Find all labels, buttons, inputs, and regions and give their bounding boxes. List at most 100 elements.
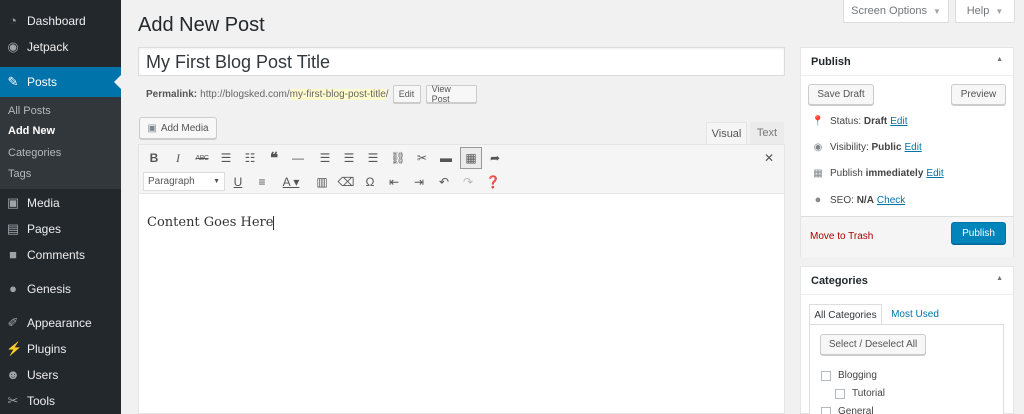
calendar-icon: ▦ — [813, 168, 823, 179]
editor-content[interactable]: Content Goes Here — [147, 215, 275, 230]
strikethrough-icon[interactable]: ABC — [191, 147, 213, 169]
help-icon[interactable]: ❓ — [482, 171, 504, 193]
publish-button[interactable]: Publish — [951, 222, 1006, 244]
sidebar-item-label: Users — [27, 368, 59, 382]
save-draft-button[interactable]: Save Draft — [808, 84, 874, 105]
tab-text[interactable]: Text — [750, 122, 784, 144]
sidebar-item-pages[interactable]: ▤ Pages — [0, 216, 121, 242]
sidebar-item-label: Jetpack — [27, 40, 69, 54]
publish-actions: Move to Trash Publish — [801, 216, 1013, 257]
visibility-label: Visibility: — [830, 142, 869, 153]
unlink-icon[interactable]: ✂ — [411, 147, 433, 169]
status-row: 📍 Status: Draft Edit — [811, 116, 908, 127]
undo-icon[interactable]: ↶ — [433, 171, 455, 193]
outdent-icon[interactable]: ⇤ — [383, 171, 405, 193]
help-button[interactable]: Help ▼ — [955, 0, 1015, 23]
editor-toolbar: B I ABC ☰ ☷ ❝ — ☰ ☰ ☰ ⛓ ✂ ▬ ▦ ➦ ✕ Paragr… — [139, 145, 784, 194]
content-text: Content Goes Here — [147, 215, 274, 230]
screen-options-button[interactable]: Screen Options ▼ — [843, 0, 949, 23]
edit-publish-time-link[interactable]: Edit — [926, 168, 943, 179]
redo-icon[interactable]: ↷ — [457, 171, 479, 193]
sidebar-item-label: Dashboard — [27, 14, 86, 28]
checkbox[interactable] — [821, 406, 831, 414]
view-post-button[interactable]: View Post — [425, 84, 477, 104]
sidebar-item-dashboard[interactable]: ◔ Dashboard — [0, 8, 121, 34]
submenu-add-new[interactable]: Add New — [8, 125, 55, 137]
categories-box: Categories ▲ All Categories Most Used Se… — [800, 266, 1014, 414]
seo-check-link[interactable]: Check — [877, 195, 905, 206]
select-deselect-all-button[interactable]: Select / Deselect All — [820, 334, 926, 355]
edit-permalink-button[interactable]: Edit — [392, 85, 421, 103]
tab-most-used[interactable]: Most Used — [886, 304, 944, 325]
horizontal-line-icon[interactable]: — — [287, 147, 309, 169]
pin-icon: ✎ — [7, 74, 19, 89]
add-media-label: Add Media — [160, 122, 209, 134]
admin-sidebar: ◔ Dashboard ◉ Jetpack ✎ Posts All Posts … — [0, 0, 121, 414]
dashboard-icon: ◔ — [9, 13, 17, 28]
submenu-all-posts[interactable]: All Posts — [8, 105, 51, 117]
submenu-categories[interactable]: Categories — [8, 147, 61, 159]
page-title: Add New Post — [138, 14, 265, 36]
checkbox[interactable] — [821, 370, 831, 381]
indent-icon[interactable]: ⇥ — [408, 171, 430, 193]
checkbox[interactable] — [835, 388, 845, 399]
bullet-list-icon[interactable]: ☰ — [215, 147, 237, 169]
sidebar-item-comments[interactable]: ■ Comments — [0, 242, 121, 268]
chevron-down-icon: ▼ — [932, 6, 941, 16]
tab-visual[interactable]: Visual — [706, 122, 747, 144]
publish-time-label: Publish — [830, 168, 863, 179]
publish-box-title[interactable]: Publish — [801, 48, 1013, 76]
sidebar-item-posts[interactable]: ✎ Posts — [0, 67, 121, 97]
text-color-icon[interactable]: A ▾ — [277, 171, 305, 193]
permalink-base: http://blogsked.com/ — [200, 88, 290, 100]
sidebar-item-appearance[interactable]: ✐ Appearance — [0, 310, 121, 336]
edit-status-link[interactable]: Edit — [890, 116, 907, 127]
bold-icon[interactable]: B — [143, 147, 165, 169]
post-title-input[interactable]: My First Blog Post Title — [138, 47, 785, 76]
category-item[interactable]: Tutorial — [835, 388, 885, 399]
category-item[interactable]: Blogging — [821, 370, 877, 381]
blockquote-icon[interactable]: ❝ — [263, 147, 285, 169]
sidebar-item-users[interactable]: ☻ Users — [0, 362, 121, 388]
collapse-arrow-icon[interactable]: ▲ — [996, 56, 1003, 63]
categories-box-title[interactable]: Categories — [801, 267, 1013, 295]
justify-icon[interactable]: ≡ — [251, 171, 273, 193]
permalink-slug[interactable]: my-first-blog-post-title — [289, 88, 386, 100]
tab-all-categories[interactable]: All Categories — [809, 304, 882, 325]
align-right-icon[interactable]: ☰ — [362, 147, 384, 169]
submenu-tags[interactable]: Tags — [8, 168, 31, 180]
help-label: Help — [966, 5, 990, 17]
align-left-icon[interactable]: ☰ — [314, 147, 336, 169]
user-icon: ☻ — [6, 367, 20, 382]
sidebar-item-tools[interactable]: ✂ Tools — [0, 388, 121, 414]
align-center-icon[interactable]: ☰ — [338, 147, 360, 169]
special-char-icon[interactable]: Ω — [359, 171, 381, 193]
underline-icon[interactable]: U — [227, 171, 249, 193]
sidebar-item-genesis[interactable]: ● Genesis — [0, 276, 121, 302]
numbered-list-icon[interactable]: ☷ — [239, 147, 261, 169]
sidebar-item-jetpack[interactable]: ◉ Jetpack — [0, 34, 121, 60]
paste-text-icon[interactable]: ▥ — [311, 171, 333, 193]
read-more-icon[interactable]: ▬ — [435, 147, 457, 169]
add-media-button[interactable]: ▣ Add Media — [139, 117, 217, 139]
seo-label: SEO: — [830, 194, 854, 206]
edit-visibility-link[interactable]: Edit — [905, 142, 922, 153]
sidebar-item-label: Posts — [27, 75, 58, 89]
format-select[interactable]: Paragraph ▼ — [143, 172, 225, 191]
category-item[interactable]: General — [821, 406, 874, 414]
publish-time-value: immediately — [865, 168, 924, 179]
move-to-trash-link[interactable]: Move to Trash — [810, 231, 873, 242]
sidebar-item-plugins[interactable]: ⚡ Plugins — [0, 336, 121, 362]
clear-format-icon[interactable]: ⌫ — [335, 171, 357, 193]
fullscreen-icon[interactable]: ✕ — [758, 147, 780, 169]
italic-icon[interactable]: I — [167, 147, 189, 169]
collapse-arrow-icon[interactable]: ▲ — [996, 275, 1003, 282]
pin-icon: 📍 — [811, 116, 825, 127]
genesis-icon: ● — [9, 281, 17, 296]
distraction-free-icon[interactable]: ➦ — [484, 147, 506, 169]
link-icon[interactable]: ⛓ — [387, 147, 409, 169]
sidebar-item-media[interactable]: ▣ Media — [0, 190, 121, 216]
toolbar-toggle-icon[interactable]: ▦ — [460, 147, 482, 169]
sidebar-item-label: Genesis — [27, 282, 72, 296]
preview-button[interactable]: Preview — [951, 84, 1006, 105]
